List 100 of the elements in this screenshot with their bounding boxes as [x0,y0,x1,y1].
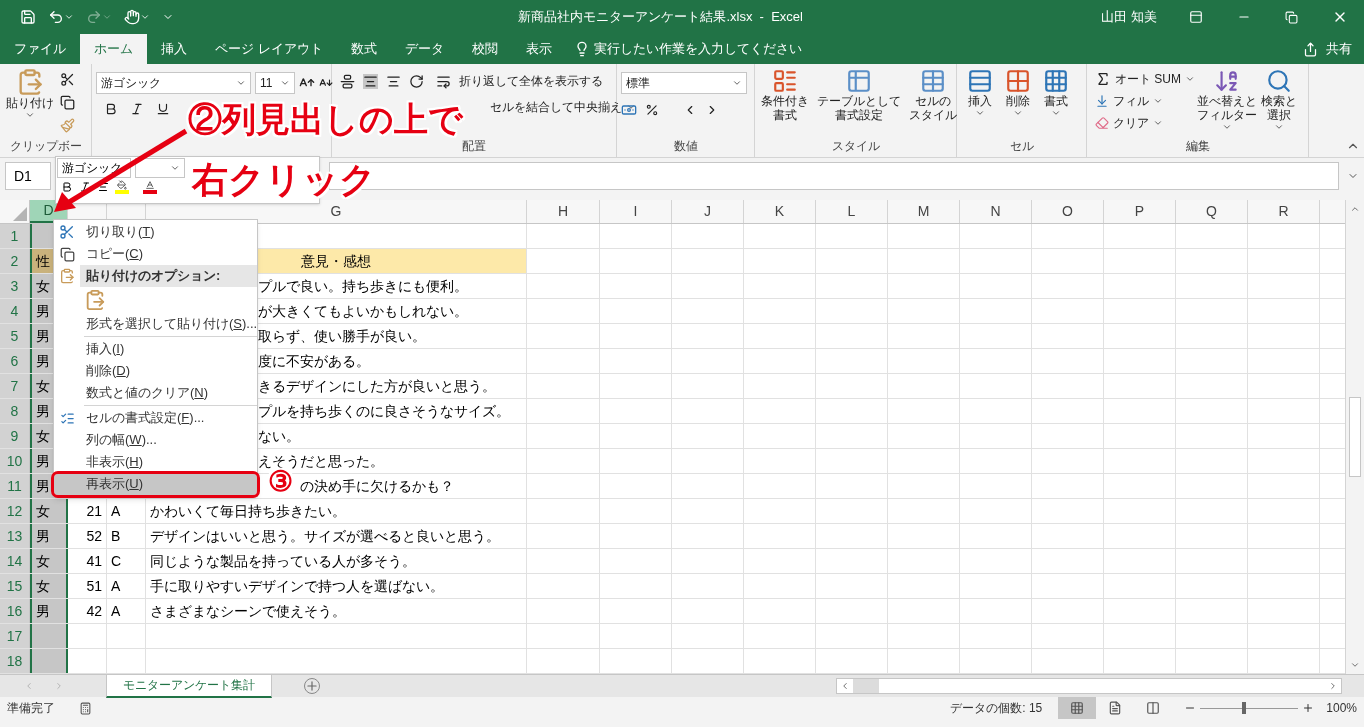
cell-styles-button[interactable]: セルの スタイル [907,68,959,139]
tell-me-field[interactable]: 実行したい作業を入力してください [593,39,844,59]
font-name-select[interactable]: 游ゴシック [96,72,251,94]
fill-down-icon[interactable] [1095,94,1109,108]
ribbon-tab[interactable]: 数式 [336,34,391,64]
align-top-icon[interactable] [340,73,355,89]
delete-button[interactable]: 削除 [1003,68,1033,139]
find-select-button[interactable]: 検索と 選択 [1259,68,1299,139]
caret-icon[interactable] [140,12,150,22]
row-header[interactable]: 1 [0,224,30,248]
column-header[interactable]: K [744,200,816,223]
ribbon-tab[interactable]: ファイル [0,34,80,64]
zoom-slider[interactable] [1200,702,1299,714]
number-format-select[interactable]: 標準 [621,72,747,94]
ribbon-tab[interactable]: 表示 [511,34,566,64]
row-header[interactable]: 16 [0,599,30,623]
touch-mode-icon[interactable] [124,9,140,25]
font-color-icon[interactable] [143,180,157,194]
share-icon[interactable] [1303,41,1318,57]
column-header[interactable]: N [960,200,1032,223]
menu-item[interactable]: 切り取り(T) [80,221,257,243]
share-button[interactable]: 共有 [1326,39,1352,59]
fill-color-icon[interactable] [115,180,129,194]
scroll-up-icon[interactable] [1350,204,1360,214]
conditional-format-button[interactable]: 条件付き 書式 [759,68,811,139]
fill-button[interactable]: フィル [1113,92,1163,110]
column-header[interactable]: H [527,200,600,223]
autosum-button[interactable]: オート SUM [1115,70,1195,88]
view-button[interactable] [1058,697,1097,719]
row-header[interactable]: 7 [0,374,30,398]
row-header[interactable]: 8 [0,399,30,423]
add-sheet-icon[interactable] [304,678,320,694]
insert-button[interactable]: 挿入 [965,68,995,139]
row-header[interactable]: 5 [0,324,30,348]
undo-icon[interactable] [48,9,64,25]
clear-button[interactable]: クリア [1113,114,1163,132]
row-header[interactable]: 3 [0,274,30,298]
row-header[interactable]: 4 [0,299,30,323]
italic-icon[interactable] [79,181,91,193]
ribbon-tab[interactable]: 校閲 [457,34,512,64]
sort-filter-button[interactable]: 並べ替えと フィルター [1195,68,1259,139]
ribbon-tab[interactable]: ホーム [80,34,147,64]
wrap-text-button[interactable]: 折り返して全体を表示する [459,72,603,90]
format-button[interactable]: 書式 [1041,68,1071,139]
font-name-select[interactable]: 游ゴシック [57,158,131,178]
caret-icon[interactable] [64,12,74,22]
align-bottom-icon[interactable] [386,73,401,89]
wrap-text-icon[interactable] [436,73,451,89]
column-header[interactable]: P [1104,200,1176,223]
ribbon-display-icon[interactable] [1189,10,1203,24]
ribbon-tab[interactable]: 挿入 [147,34,201,64]
row-header[interactable]: 12 [0,499,30,523]
row-header[interactable]: 2 [0,249,30,273]
ribbon-tab[interactable]: データ [390,34,458,64]
row-header[interactable]: 14 [0,549,30,573]
cut-icon[interactable] [60,72,75,87]
column-header[interactable]: M [888,200,960,223]
paste-button[interactable]: 貼り付け [4,68,56,139]
align-middle-icon[interactable] [363,73,378,89]
row-header[interactable]: 6 [0,349,30,373]
column-header[interactable]: J [672,200,744,223]
sigma-icon[interactable] [1095,71,1111,87]
scroll-thumb[interactable] [1349,397,1361,477]
scroll-down-icon[interactable] [1350,660,1360,670]
sheet-tab[interactable]: モニターアンケート集計 [106,674,272,698]
font-size-select[interactable]: 11 [255,72,295,94]
zoom-in-icon[interactable] [1302,702,1315,714]
column-header[interactable]: R [1248,200,1320,223]
row-header[interactable]: 13 [0,524,30,548]
row-header[interactable]: 10 [0,449,30,473]
column-header[interactable]: O [1032,200,1104,223]
underline-icon[interactable] [156,102,170,116]
column-header[interactable]: Q [1176,200,1248,223]
bold-icon[interactable] [61,181,73,193]
format-table-button[interactable]: テーブルとして 書式設定 [815,68,903,139]
row-header[interactable]: 17 [0,624,30,648]
ribbon-tab[interactable]: ページ レイアウト [201,34,337,64]
name-box[interactable]: D1 [5,162,51,190]
row-header[interactable]: 18 [0,649,30,673]
orientation-icon[interactable] [409,73,424,89]
percent-icon[interactable] [645,103,659,117]
save-icon[interactable] [20,9,36,25]
column-header[interactable]: I [600,200,672,223]
column-header[interactable]: L [816,200,888,223]
menu-item[interactable]: 再表示(U) [54,473,257,495]
row-header[interactable]: 9 [0,424,30,448]
scroll-thumb[interactable] [853,679,879,693]
row-header[interactable]: 11 [0,474,30,498]
macro-record-icon[interactable] [79,701,92,715]
merge-center-button[interactable]: セルを結合して中央揃え [490,98,636,116]
restore-icon[interactable] [1285,10,1298,24]
bold-icon[interactable] [104,102,118,116]
italic-icon[interactable] [130,102,144,116]
eraser-icon[interactable] [1095,116,1109,130]
copy-icon[interactable] [60,95,75,110]
row-header[interactable]: 15 [0,574,30,598]
vertical-scrollbar[interactable] [1345,200,1364,674]
font-size-select[interactable] [135,158,185,178]
currency-icon[interactable] [621,102,637,118]
horizontal-scrollbar[interactable] [836,678,1342,694]
